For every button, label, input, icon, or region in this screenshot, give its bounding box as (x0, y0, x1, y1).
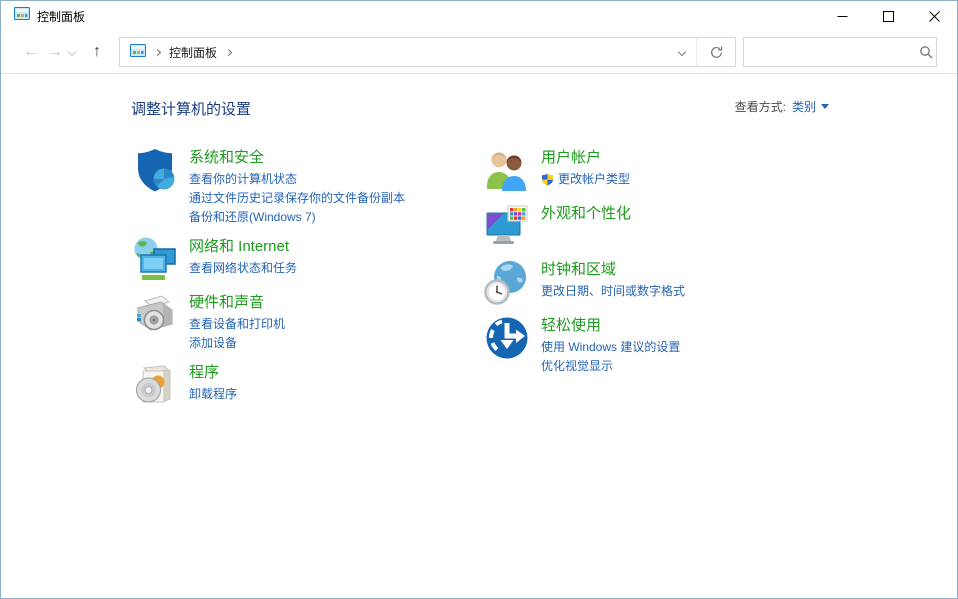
task-link[interactable]: 更改日期、时间或数字格式 (541, 282, 685, 301)
programs-icon[interactable] (131, 361, 179, 409)
up-icon[interactable]: ↑ (85, 44, 109, 60)
task-link[interactable]: 优化视觉显示 (541, 357, 680, 376)
category-title-appearance[interactable]: 外观和个性化 (541, 203, 631, 224)
maximize-button[interactable] (865, 1, 911, 31)
category-system-security: 系统和安全 查看你的计算机状态 通过文件历史记录保存你的文件备份副本 备份和还原… (131, 146, 483, 227)
control-panel-icon (14, 6, 30, 27)
chevron-down-icon (821, 104, 829, 109)
category-clock-region: 时钟和区域 更改日期、时间或数字格式 (483, 258, 903, 306)
task-link-change-account-type[interactable]: 更改帐户类型 (541, 170, 630, 189)
search-box (743, 37, 937, 67)
appearance-icon[interactable] (483, 202, 531, 250)
forward-icon[interactable]: → (43, 44, 67, 60)
category-title-ease-of-access[interactable]: 轻松使用 (541, 315, 601, 336)
task-link[interactable]: 使用 Windows 建议的设置 (541, 338, 680, 357)
category-appearance-personalization: 外观和个性化 (483, 202, 903, 250)
category-ease-of-access: 轻松使用 使用 Windows 建议的设置 优化视觉显示 (483, 314, 903, 376)
search-icon[interactable] (915, 45, 936, 59)
window-title: 控制面板 (37, 9, 86, 24)
control-panel-window: 控制面板 ← → ↑ 控制面板 调整计算机的设置 查看方式: 类别 系统和安全 … (0, 0, 958, 599)
right-column: 用户帐户 更改帐户类型 外观和个性化 时钟和区域 更改日期、时间或数字格式 轻松… (483, 146, 903, 417)
category-hardware-sound: 硬件和声音 查看设备和打印机 添加设备 (131, 291, 483, 353)
user-accounts-icon[interactable] (483, 146, 531, 194)
content-header: 调整计算机的设置 查看方式: 类别 (131, 98, 829, 119)
page-title: 调整计算机的设置 (131, 101, 252, 118)
window-controls (819, 1, 957, 31)
search-input[interactable] (744, 39, 915, 65)
left-column: 系统和安全 查看你的计算机状态 通过文件历史记录保存你的文件备份副本 备份和还原… (131, 146, 483, 417)
address-dropdown-button[interactable] (667, 38, 697, 66)
security-shield-icon[interactable] (131, 146, 179, 194)
breadcrumb-chevron-icon[interactable] (153, 48, 162, 56)
back-icon[interactable]: ← (19, 44, 43, 60)
task-link[interactable]: 添加设备 (189, 334, 285, 353)
address-bar[interactable]: 控制面板 (119, 37, 736, 67)
refresh-icon (710, 46, 722, 58)
category-user-accounts: 用户帐户 更改帐户类型 (483, 146, 903, 194)
history-chevron-down-icon[interactable] (67, 47, 77, 57)
breadcrumb: 控制面板 (120, 43, 667, 62)
task-link[interactable]: 查看设备和打印机 (189, 315, 285, 334)
clock-region-icon[interactable] (483, 258, 531, 306)
category-columns: 系统和安全 查看你的计算机状态 通过文件历史记录保存你的文件备份副本 备份和还原… (131, 146, 903, 417)
close-button[interactable] (911, 1, 957, 31)
category-network-internet: 网络和 Internet 查看网络状态和任务 (131, 235, 483, 283)
category-title-network-internet[interactable]: 网络和 Internet (189, 236, 289, 257)
category-programs: 程序 卸载程序 (131, 361, 483, 409)
minimize-button[interactable] (819, 1, 865, 31)
category-title-programs[interactable]: 程序 (189, 362, 219, 383)
uac-shield-icon (542, 173, 553, 186)
network-icon[interactable] (131, 235, 179, 283)
content-area: 调整计算机的设置 查看方式: 类别 系统和安全 查看你的计算机状态 通过文件历史… (1, 74, 957, 598)
category-title-clock-region[interactable]: 时钟和区域 (541, 259, 616, 280)
task-link[interactable]: 备份和还原(Windows 7) (189, 208, 405, 227)
task-link[interactable]: 查看网络状态和任务 (189, 259, 297, 278)
breadcrumb-item-control-panel[interactable]: 控制面板 (169, 44, 217, 61)
task-link[interactable]: 卸载程序 (189, 385, 237, 404)
titlebar-left: 控制面板 (1, 6, 819, 27)
task-link[interactable]: 查看你的计算机状态 (189, 170, 405, 189)
view-by-label: 查看方式: (734, 100, 786, 114)
refresh-button[interactable] (697, 38, 735, 66)
hardware-sound-icon[interactable] (131, 291, 179, 339)
view-by-control: 查看方式: 类别 (735, 98, 829, 115)
navigation-bar: ← → ↑ 控制面板 (1, 31, 957, 74)
category-title-hardware-sound[interactable]: 硬件和声音 (189, 292, 264, 313)
view-by-dropdown[interactable]: 类别 (792, 98, 829, 115)
breadcrumb-chevron-icon[interactable] (224, 48, 233, 56)
ease-of-access-icon[interactable] (483, 314, 531, 362)
category-title-system-security[interactable]: 系统和安全 (189, 147, 264, 168)
control-panel-icon (130, 43, 146, 62)
task-link[interactable]: 通过文件历史记录保存你的文件备份副本 (189, 189, 405, 208)
category-title-user-accounts[interactable]: 用户帐户 (541, 147, 601, 168)
titlebar: 控制面板 (1, 1, 957, 31)
chevron-down-icon (677, 47, 686, 57)
